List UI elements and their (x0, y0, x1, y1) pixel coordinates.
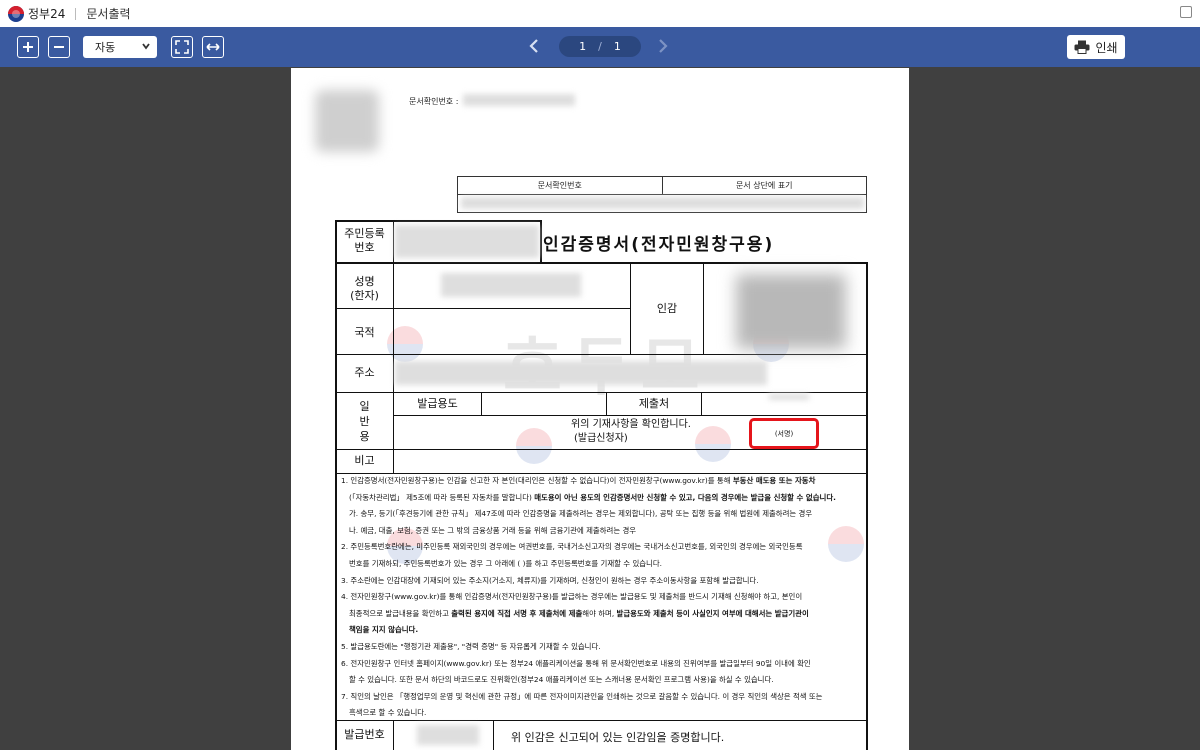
purpose-label: 발급용도 (417, 397, 458, 410)
title-bar: 정부24 문서출력 (0, 0, 1200, 27)
nationality-label: 국적 (354, 326, 375, 339)
note-line: 4. 전자민원창구(www.gov.kr)를 통해 인감증명서(전자민원창구용)… (341, 592, 803, 602)
title-divider (75, 7, 77, 20)
resident-number-label: 주민등록 번호 (344, 227, 385, 254)
document-page: 문서확인번호 : 문서확인번호 문서 상단에 표기 호두모 주민등록 번호 (291, 68, 909, 750)
confirm-number-label: 문서확인번호 : (409, 97, 459, 106)
general-use-label: 일 반 용 (359, 400, 370, 443)
blurred-submit-to (769, 394, 809, 400)
maximize-window-icon[interactable] (1180, 6, 1192, 18)
blurred-issue-number (417, 725, 479, 745)
note-line: 번호를 기재하되, 주민등록번호가 있는 경우 그 아래에 ( )를 하고 주민… (349, 558, 662, 568)
confirm-table-header-right: 문서 상단에 표기 (661, 177, 867, 194)
plus-icon (23, 42, 33, 52)
app-brand: 정부24 (28, 7, 66, 21)
page-separator: / (598, 40, 602, 53)
note-line: 할 수 있습니다. 또한 문서 하단의 바코드로도 진위확인(정부24 애플리케… (349, 675, 774, 685)
blurred-confirm-number (463, 94, 575, 106)
document-title: 인감증명서(전자민원창구용) (543, 235, 775, 255)
signature-box: (서명) (749, 418, 819, 449)
minus-icon (54, 46, 64, 48)
viewer-toolbar: 자동 1 / 1 인쇄 (0, 27, 1200, 67)
note-line: 최종적으로 발급내용을 확인하고 출력된 용지에 직접 서명 후 제출처에 제출… (349, 608, 809, 618)
remarks-label: 비고 (354, 454, 375, 467)
note-line: 5. 발급용도란에는 "행정기관 제출용", "경력 증명" 등 자유롭게 기재… (341, 641, 601, 651)
note-line: 6. 전자민원창구 인터넷 홈페이지(www.gov.kr) 또는 정부24 애… (341, 658, 811, 668)
blurred-resident-number (395, 225, 539, 258)
address-label: 주소 (354, 366, 375, 379)
arrows-horizontal-icon (206, 43, 220, 51)
notes-section: 1. 인감증명서(전자민원창구용)는 인감을 신고한 자 본인(대리인은 신청할… (341, 473, 851, 722)
note-line: 3. 주소란에는 인감대장에 기재되어 있는 주소지(거소지, 체류지)를 기재… (341, 575, 759, 585)
blurred-address (395, 361, 767, 385)
note-line: 책임을 지지 않습니다. (349, 625, 419, 635)
blurred-name (441, 273, 581, 297)
current-page-number[interactable]: 1 (579, 40, 586, 53)
chevron-down-icon (142, 43, 150, 50)
print-label: 인쇄 (1095, 40, 1118, 55)
fit-width-button[interactable] (202, 36, 224, 58)
note-line: 가. 송무, 등기(「후견등기에 관한 규칙」 제47조에 따라 인감증명을 제… (349, 509, 813, 519)
total-pages: 1 (613, 40, 621, 53)
zoom-select[interactable]: 자동 (83, 36, 157, 58)
print-button[interactable]: 인쇄 (1067, 35, 1125, 59)
note-line: 흑색으로 할 수 있습니다. (349, 708, 427, 718)
note-line: 7. 직인의 날인은 「행정업무의 운영 및 혁신에 관한 규정」에 따른 전자… (341, 691, 823, 701)
note-line: 2. 주민등록번호란에는, 미주민등록 재외국민의 경우에는 여권번호를, 국내… (341, 542, 803, 552)
zoom-out-button[interactable] (48, 36, 70, 58)
printer-icon (1074, 40, 1090, 54)
seal-label: 인감 (656, 302, 678, 315)
zoom-in-button[interactable] (17, 36, 39, 58)
blurred-seal-image (736, 274, 846, 349)
government-logo-icon (8, 5, 24, 22)
window-title: 문서출력 (86, 7, 131, 21)
signature-label: (서명) (774, 429, 794, 438)
expand-icon (175, 40, 189, 54)
blurred-confirm-value (461, 197, 864, 209)
note-line: 나. 예금, 대출, 보험, 증권 또는 그 밖의 금융상품 거래 등을 위해 … (349, 525, 637, 535)
issue-number-label: 발급번호 (344, 728, 385, 741)
previous-page-icon[interactable] (527, 38, 541, 54)
submit-to-label: 제출처 (638, 397, 670, 410)
certify-statement: 위 인감은 신고되어 있는 인감임을 증명합니다. (511, 731, 725, 744)
fit-page-button[interactable] (171, 36, 193, 58)
confirm-table-header-left: 문서확인번호 (537, 181, 582, 190)
next-page-icon[interactable] (656, 38, 670, 54)
page-indicator: 1 / 1 (559, 36, 641, 57)
note-line: (「자동차관리법」 제5조에 따라 등록된 자동차를 말합니다) 매도용이 아닌… (349, 492, 836, 502)
blurred-barcode (315, 90, 379, 152)
name-label: 성명 (한자) (350, 275, 379, 302)
note-line: 1. 인감증명서(전자민원창구용)는 인감을 신고한 자 본인(대리인은 신청할… (341, 476, 816, 485)
zoom-select-value: 자동 (95, 41, 116, 54)
